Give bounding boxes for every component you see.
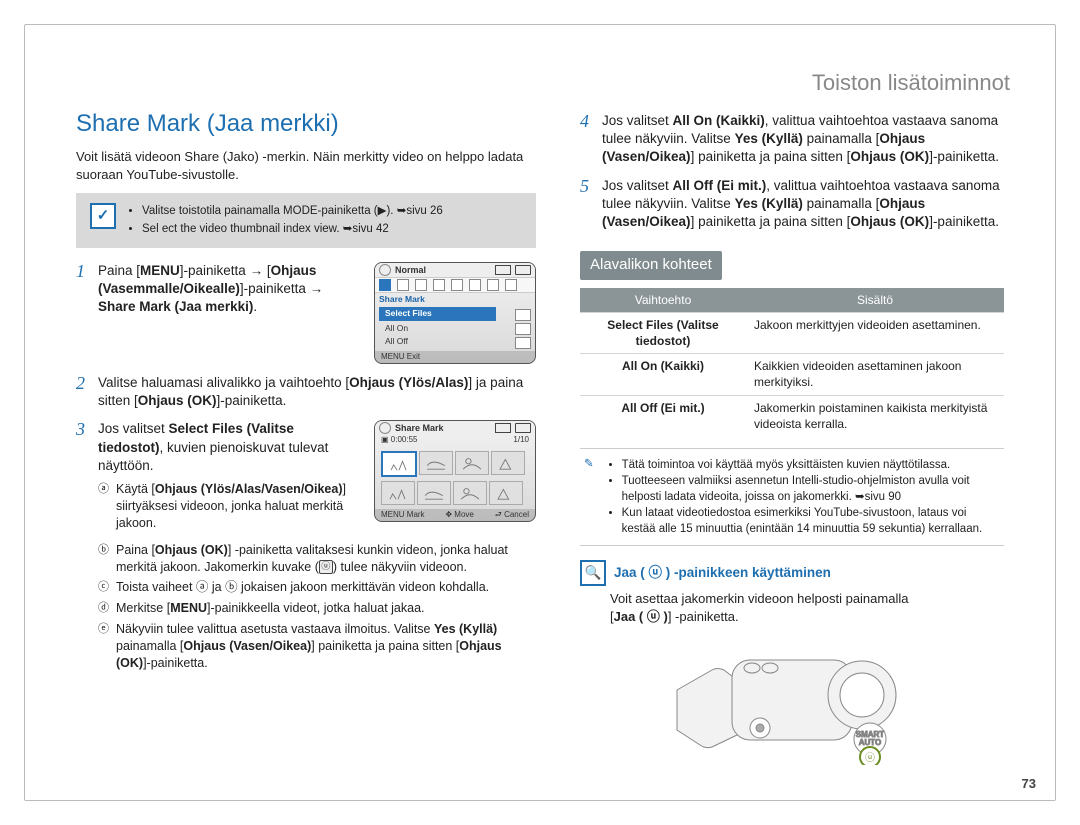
step-number-4: 4 (580, 112, 589, 130)
share-button-title: Jaa ( ⓤ ) -painikkeen käyttäminen (614, 564, 831, 582)
substep-d: Merkitse [MENU]-painikkeella videot, jot… (116, 601, 425, 615)
lcd-screenshot-thumbnails: Share Mark ▣ 0:00:55 1/10 (374, 420, 536, 522)
options-table: Vaihtoehto Sisältö Select Files (Valitse… (580, 288, 1004, 436)
pencil-icon: ✎ (584, 457, 594, 537)
note-item-1: Valitse toistotila painamalla MODE-paini… (142, 203, 443, 220)
opt-val-select-files: Jakoon merkittyjen videoiden asettaminen… (746, 312, 1004, 353)
normal-label: Normal (395, 264, 426, 276)
step-number-1: 1 (76, 262, 85, 280)
time-label: 0:00:55 (391, 435, 418, 444)
note-item-2: Sel ect the video thumbnail index view. … (142, 221, 443, 238)
page-number: 73 (1022, 776, 1036, 791)
prerequisite-note: ✓ Valitse toistotila painamalla MODE-pai… (76, 193, 536, 248)
section-intro: Voit lisätä videoon Share (Jako) -merkin… (76, 148, 536, 183)
info-item-1: Tätä toimintoa voi käyttää myös yksittäi… (622, 457, 1000, 473)
step-number-2: 2 (76, 374, 85, 392)
check-icon: ✓ (90, 203, 116, 229)
submenu-heading: Alavalikon kohteet (580, 251, 722, 279)
step-number-5: 5 (580, 177, 589, 195)
step-number-3: 3 (76, 420, 85, 438)
menu-item-all-on: All On (379, 322, 531, 335)
share-mark-title: Share Mark (395, 422, 444, 434)
opt-val-all-on: Kaikkien videoiden asettaminen jakoon me… (746, 354, 1004, 395)
counter-label: 1/10 (513, 435, 529, 446)
menu-title: Share Mark (379, 293, 531, 306)
record-dot-icon (379, 422, 391, 434)
svg-text:AUTO: AUTO (859, 738, 882, 747)
lcd-screenshot-menu: Normal Share Mark Select Files All On (374, 262, 536, 364)
cancel-label: ⮐ Cancel (495, 510, 529, 521)
step-3: 3 Jos valitset Select Files (Valitse tie… (76, 420, 536, 671)
step-1: 1 Paina [MENU]-painiketta → [Ohjaus (Vas… (76, 262, 536, 364)
menu-exit-label: MENU Exit (381, 352, 420, 363)
step-4: 4 Jos valitset All On (Kaikki), valittua… (580, 112, 1004, 167)
section-title: Share Mark (Jaa merkki) (76, 108, 536, 140)
battery-icon (515, 265, 531, 275)
menu-item-selected: Select Files (379, 307, 496, 320)
camcorder-illustration: SMART AUTO ⓤ (662, 635, 922, 765)
share-button-subheading: 🔍 Jaa ( ⓤ ) -painikkeen käyttäminen (580, 560, 1004, 586)
share-button-text: Voit asettaa jakomerkin videoon helposti… (580, 590, 1004, 625)
info-item-3: Kun lataat videotiedostoa esimerkiksi Yo… (622, 505, 1000, 537)
tab-icon-row (375, 277, 535, 293)
storage-icon (495, 423, 511, 433)
magnifier-icon: 🔍 (580, 560, 606, 586)
move-label: ✥ Move (445, 510, 474, 521)
breadcrumb: Toiston lisätoiminnot (812, 70, 1010, 96)
step-5: 5 Jos valitset All Off (Ei mit.), valitt… (580, 177, 1004, 232)
info-note: ✎ Tätä toimintoa voi käyttää myös yksitt… (580, 448, 1004, 546)
battery-icon (515, 423, 531, 433)
th-option: Vaihtoehto (580, 288, 746, 313)
substep-a: Käytä [Ohjaus (Ylös/Alas/Vasen/Oikea)] s… (116, 482, 346, 530)
substep-b: Paina [Ohjaus (OK)] -painiketta valitaks… (116, 543, 508, 574)
opt-val-all-off: Jakomerkin poistaminen kaikista merkityi… (746, 395, 1004, 436)
opt-key-select-files: Select Files (Valitse tiedostot) (580, 312, 746, 353)
step-2: 2 Valitse haluamasi alivalikko ja vaihto… (76, 374, 536, 410)
th-description: Sisältö (746, 288, 1004, 313)
share-mark-icon: ⓤ (319, 560, 333, 574)
mark-label: MENU Mark (381, 510, 425, 521)
opt-key-all-off: All Off (Ei mit.) (580, 395, 746, 436)
substep-c: Toista vaiheet ⓐ ja ⓑ jokaisen jakoon me… (116, 580, 489, 594)
opt-key-all-on: All On (Kaikki) (580, 354, 746, 395)
substep-e: Näkyviin tulee valittua asetusta vastaav… (116, 622, 502, 670)
info-item-2: Tuotteeseen valmiiksi asennetun Intelli-… (622, 473, 1000, 505)
menu-item-all-off: All Off (379, 335, 531, 348)
record-dot-icon (379, 264, 391, 276)
share-button-icon: ⓤ (865, 752, 875, 764)
storage-icon (495, 265, 511, 275)
